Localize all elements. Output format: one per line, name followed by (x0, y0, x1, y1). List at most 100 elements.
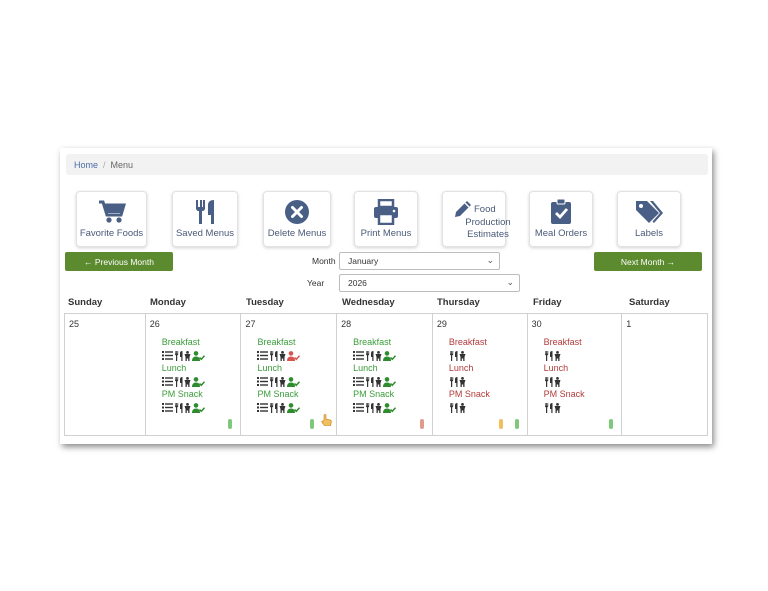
day-header-friday: Friday (533, 297, 562, 308)
printer-icon (373, 198, 399, 230)
day-number: 29 (436, 319, 447, 329)
meal-pm-snack[interactable]: PM Snack (162, 388, 205, 401)
meal-breakfast[interactable]: Breakfast (162, 336, 205, 349)
child-icon (279, 376, 286, 387)
meal-lunch[interactable]: Lunch (449, 362, 490, 375)
meal-pm-snack[interactable]: PM Snack (353, 388, 396, 401)
delete-menus-button[interactable]: Delete Menus (263, 191, 331, 247)
day-number: 26 (149, 319, 160, 329)
child-icon (554, 376, 561, 387)
child-icon (375, 402, 382, 413)
user-check-icon (287, 402, 301, 413)
user-check-icon (191, 402, 205, 413)
hand-pointer-icon (321, 413, 332, 431)
day-header-wednesday: Wednesday (342, 297, 395, 308)
labels-button[interactable]: Labels (617, 191, 681, 247)
child-icon (279, 350, 286, 361)
status-indicator (514, 419, 519, 429)
meal-lunch[interactable]: Lunch (257, 362, 300, 375)
list-icon (161, 351, 173, 360)
meal-icons (353, 375, 397, 388)
utensils-icon (366, 376, 374, 387)
meal-pm-snack[interactable]: PM Snack (257, 388, 300, 401)
saved-menus-button[interactable]: Saved Menus (172, 191, 238, 247)
day-number: 30 (531, 319, 542, 329)
meal-icons (257, 375, 301, 388)
calendar-day-cell[interactable]: 30 Breakfast Lunch PM Snack (528, 314, 623, 435)
breadcrumb-current: Menu (110, 159, 134, 170)
day-meals: Breakfast Lunch PM Snack (544, 336, 585, 414)
calendar-day-cell[interactable]: 29 Breakfast Lunch PM Snack (433, 314, 528, 435)
meal-orders-button[interactable]: Meal Orders (529, 191, 593, 247)
meal-icons (449, 349, 490, 362)
meal-pm-snack[interactable]: PM Snack (544, 388, 585, 401)
meal-lunch[interactable]: Lunch (353, 362, 396, 375)
calendar-day-cell[interactable]: 1 (622, 314, 707, 435)
month-select[interactable]: January ⌄ (339, 252, 500, 270)
list-icon (161, 377, 173, 386)
next-month-button[interactable]: Next Month → (594, 252, 702, 271)
status-indicator (310, 419, 315, 429)
meal-icons (544, 401, 585, 414)
calendar-grid: 25 26 Breakfast Lunch PM Snack 27 Breakf… (64, 313, 708, 436)
calendar-day-cell[interactable]: 25 (65, 314, 146, 435)
calendar-day-cell[interactable]: 28 Breakfast Lunch PM Snack (337, 314, 433, 435)
food-production-estimates-button[interactable]: Food Production Estimates (442, 191, 511, 247)
list-icon (353, 351, 365, 360)
year-select[interactable]: 2026 ⌄ (339, 274, 520, 292)
child-icon (375, 376, 382, 387)
day-header-thursday: Thursday (437, 297, 480, 308)
child-icon (554, 402, 561, 413)
chevron-down-icon: ⌄ (486, 255, 494, 265)
user-check-icon (383, 376, 397, 387)
meal-icons (449, 375, 490, 388)
utensils-icon (544, 350, 553, 361)
meal-breakfast[interactable]: Breakfast (544, 336, 585, 349)
meal-pm-snack[interactable]: PM Snack (449, 388, 490, 401)
utensils-icon (193, 199, 217, 230)
utensils-icon (366, 350, 374, 361)
favorite-foods-button[interactable]: Favorite Foods (76, 191, 147, 247)
meal-icons (257, 349, 301, 362)
year-select-value: 2026 (348, 278, 367, 288)
status-indicator (228, 419, 233, 429)
utensils-icon (449, 350, 458, 361)
meal-icons (544, 375, 585, 388)
user-check-icon (191, 376, 205, 387)
meal-breakfast[interactable]: Breakfast (449, 336, 490, 349)
meal-icons (544, 349, 585, 362)
day-meals: Breakfast Lunch PM Snack (257, 336, 301, 414)
calendar-day-cell[interactable]: 26 Breakfast Lunch PM Snack (146, 314, 242, 435)
meal-lunch[interactable]: Lunch (544, 362, 585, 375)
calendar-day-cell[interactable]: 27 Breakfast Lunch PM Snack (241, 314, 338, 435)
utensils-icon (449, 376, 458, 387)
day-header-monday: Monday (150, 297, 186, 308)
breadcrumb-home[interactable]: Home (74, 160, 98, 170)
user-check-icon (287, 376, 301, 387)
previous-month-button[interactable]: ← Previous Month (65, 252, 173, 271)
meal-icons (353, 401, 397, 414)
status-indicator (609, 419, 614, 429)
meal-icons (161, 375, 205, 388)
food-production-line2: Production (465, 216, 511, 228)
utensils-icon (544, 402, 553, 413)
meal-breakfast[interactable]: Breakfast (353, 336, 396, 349)
meal-icons (161, 349, 205, 362)
status-indicator (498, 419, 503, 429)
meal-icons (449, 401, 490, 414)
utensils-icon (544, 376, 553, 387)
day-meals: Breakfast Lunch PM Snack (449, 336, 490, 414)
list-icon (257, 403, 269, 412)
user-check-icon (191, 350, 205, 361)
chevron-down-icon: ⌄ (506, 277, 514, 287)
utensils-icon (270, 350, 278, 361)
year-label: Year (307, 278, 325, 288)
child-icon (184, 402, 191, 413)
meal-breakfast[interactable]: Breakfast (257, 336, 300, 349)
print-menus-button[interactable]: Print Menus (354, 191, 418, 247)
meal-lunch[interactable]: Lunch (162, 362, 205, 375)
day-number: 1 (626, 319, 632, 329)
child-icon (279, 402, 286, 413)
meal-icons (353, 349, 397, 362)
utensils-icon (366, 402, 374, 413)
